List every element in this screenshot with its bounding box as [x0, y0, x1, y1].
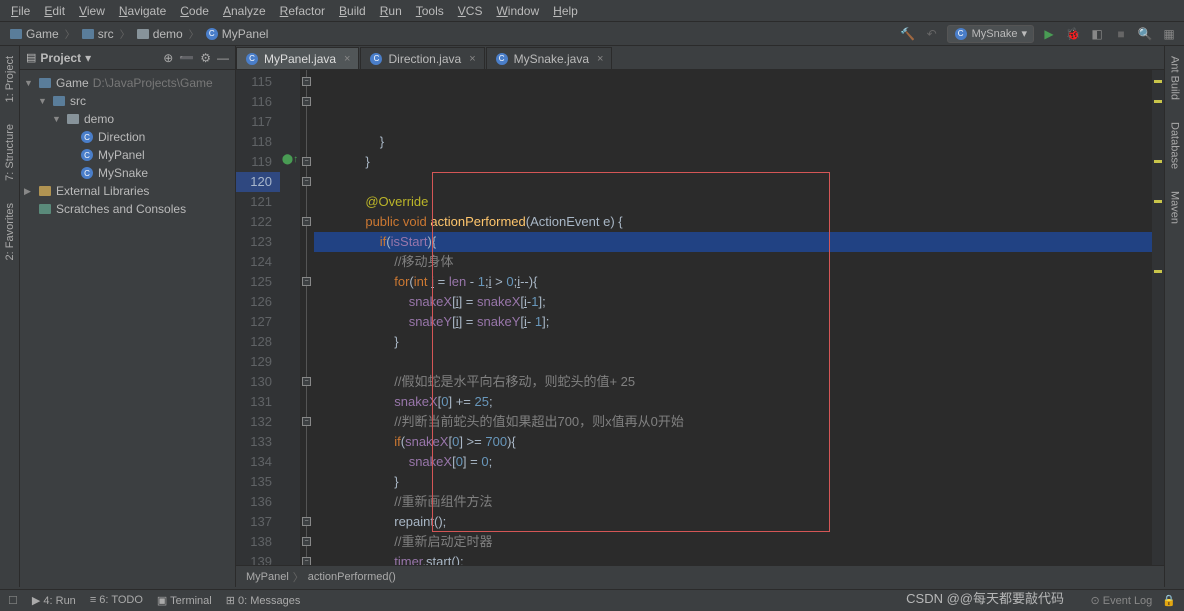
- footer-crumb[interactable]: actionPerformed(): [308, 571, 396, 583]
- editor-tabs: CMyPanel.java×CDirection.java×CMySnake.j…: [236, 46, 1164, 70]
- tab-mypanel-java[interactable]: CMyPanel.java×: [236, 47, 359, 69]
- tree-demo[interactable]: ▼demo: [20, 110, 235, 128]
- right-tool-strip: Ant Build Database Maven: [1164, 46, 1184, 587]
- lock-icon: 🔒: [1162, 594, 1176, 607]
- menu-build[interactable]: Build: [332, 4, 373, 18]
- left-tool-strip: 1: Project 7: Structure 2: Favorites: [0, 46, 20, 587]
- close-icon[interactable]: ×: [597, 53, 603, 65]
- menu-code[interactable]: Code: [173, 4, 216, 18]
- run-icon[interactable]: ▶: [1040, 25, 1058, 43]
- tab-direction-java[interactable]: CDirection.java×: [360, 47, 484, 69]
- crumb-demo[interactable]: demo: [133, 27, 186, 41]
- nav-bar: Game〉src〉demo〉CMyPanel 🔨 ↶ CMySnake ▾ ▶ …: [0, 22, 1184, 46]
- project-sidebar: ▤ Project ▾ ⊕ ➖ ⚙ — ▼Game D:\JavaProject…: [20, 46, 236, 587]
- tab-mysnake-java[interactable]: CMySnake.java×: [486, 47, 613, 69]
- status-item[interactable]: ▣ Terminal: [157, 594, 212, 607]
- settings-icon[interactable]: ▦: [1160, 25, 1178, 43]
- editor: CMyPanel.java×CDirection.java×CMySnake.j…: [236, 46, 1164, 587]
- sidebar-title: Project: [40, 51, 81, 65]
- tree-mypanel[interactable]: CMyPanel: [20, 146, 235, 164]
- sidebar-header: ▤ Project ▾ ⊕ ➖ ⚙ —: [20, 46, 235, 70]
- toolbar-right: 🔨 ↶ CMySnake ▾ ▶ 🐞 ◧ ■ 🔍 ▦: [899, 25, 1178, 43]
- crumb-game[interactable]: Game: [6, 27, 62, 41]
- menu-analyze[interactable]: Analyze: [216, 4, 273, 18]
- crumb-mypanel[interactable]: CMyPanel: [202, 27, 272, 41]
- status-item[interactable]: ▶ 4: Run: [32, 594, 76, 607]
- menu-file[interactable]: File: [4, 4, 37, 18]
- build-icon[interactable]: 🔨: [899, 25, 917, 43]
- tool-project[interactable]: 1: Project: [4, 50, 16, 108]
- menu-vcs[interactable]: VCS: [451, 4, 490, 18]
- tree-scratches-and-consoles[interactable]: Scratches and Consoles: [20, 200, 235, 218]
- breadcrumbs: Game〉src〉demo〉CMyPanel: [6, 26, 271, 41]
- menu-window[interactable]: Window: [489, 4, 546, 18]
- tool-database[interactable]: Database: [1169, 116, 1181, 175]
- stop-icon[interactable]: ■: [1112, 25, 1130, 43]
- close-icon[interactable]: ×: [344, 53, 350, 65]
- status-item[interactable]: ⊞ 0: Messages: [226, 594, 301, 607]
- tool-structure[interactable]: 7: Structure: [4, 118, 16, 187]
- breadcrumb-footer[interactable]: MyPanel〉actionPerformed(): [236, 565, 1164, 587]
- gear-icon[interactable]: ⚙: [200, 51, 211, 65]
- search-icon[interactable]: 🔍: [1136, 25, 1154, 43]
- menu-bar: FileEditViewNavigateCodeAnalyzeRefactorB…: [0, 0, 1184, 22]
- fold-gutter[interactable]: −−−−−−−−−−−: [300, 70, 314, 587]
- tool-antbuild[interactable]: Ant Build: [1169, 50, 1181, 106]
- code-area[interactable]: 1151161171181191201211221231241251261271…: [236, 70, 1164, 587]
- status-right[interactable]: ⊙ Event Log 🔒: [1090, 594, 1176, 607]
- watermark: CSDN @@每天都要敲代码: [906, 588, 1064, 607]
- menu-navigate[interactable]: Navigate: [112, 4, 173, 18]
- tool-favorites[interactable]: 2: Favorites: [4, 197, 16, 266]
- tool-maven[interactable]: Maven: [1169, 185, 1181, 230]
- debug-icon[interactable]: 🐞: [1064, 25, 1082, 43]
- menu-edit[interactable]: Edit: [37, 4, 72, 18]
- tree-game[interactable]: ▼Game D:\JavaProjects\Game: [20, 74, 235, 92]
- menu-view[interactable]: View: [72, 4, 112, 18]
- back-icon[interactable]: ↶: [923, 25, 941, 43]
- select-icon[interactable]: ➖: [179, 51, 194, 65]
- close-icon[interactable]: ×: [469, 53, 475, 65]
- status-icon[interactable]: ☐: [8, 594, 18, 607]
- code-text[interactable]: } } @Override public void actionPerforme…: [314, 70, 1152, 587]
- footer-crumb[interactable]: MyPanel: [246, 571, 289, 583]
- project-tree[interactable]: ▼Game D:\JavaProjects\Game▼src▼demoCDire…: [20, 70, 235, 222]
- line-gutter: 1151161171181191201211221231241251261271…: [236, 70, 280, 587]
- menu-run[interactable]: Run: [373, 4, 409, 18]
- icon-gutter: ⬤↑: [280, 70, 300, 587]
- hide-icon[interactable]: —: [217, 51, 229, 65]
- tree-external-libraries[interactable]: ▶External Libraries: [20, 182, 235, 200]
- menu-help[interactable]: Help: [546, 4, 585, 18]
- tree-src[interactable]: ▼src: [20, 92, 235, 110]
- menu-refactor[interactable]: Refactor: [273, 4, 332, 18]
- tree-mysnake[interactable]: CMySnake: [20, 164, 235, 182]
- error-stripe[interactable]: [1152, 70, 1164, 587]
- menu-tools[interactable]: Tools: [409, 4, 451, 18]
- status-left: ☐ ▶ 4: Run ≡ 6: TODO ▣ Terminal ⊞ 0: Messag…: [8, 594, 300, 607]
- crumb-src[interactable]: src: [78, 27, 117, 41]
- run-config[interactable]: CMySnake ▾: [947, 25, 1034, 43]
- collapse-icon[interactable]: ⊕: [163, 51, 173, 65]
- tree-direction[interactable]: CDirection: [20, 128, 235, 146]
- coverage-icon[interactable]: ◧: [1088, 25, 1106, 43]
- status-item[interactable]: ≡ 6: TODO: [90, 594, 143, 607]
